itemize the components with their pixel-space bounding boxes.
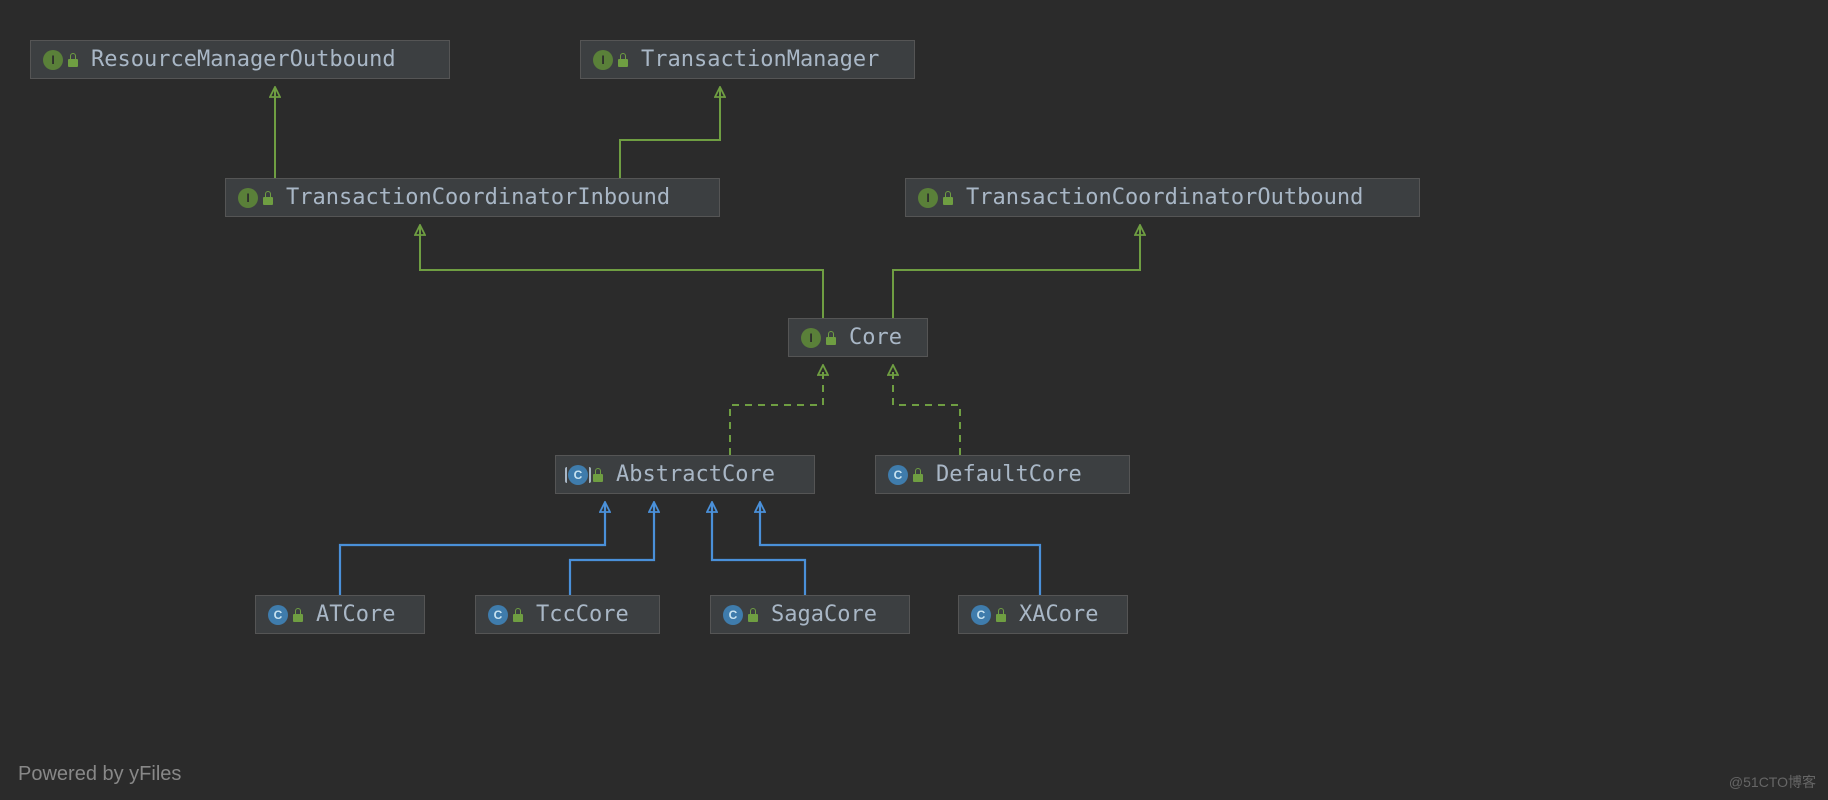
lock-icon xyxy=(592,468,606,482)
node-defcore[interactable]: C DefaultCore xyxy=(875,455,1130,494)
abstract-icon: C xyxy=(568,465,588,485)
node-label: Core xyxy=(849,325,902,350)
class-icon: C xyxy=(488,605,508,625)
interface-icon: I xyxy=(593,50,613,70)
node-sagacore[interactable]: C SagaCore xyxy=(710,595,910,634)
powered-by-label: Powered by yFiles xyxy=(18,763,181,786)
node-label: TransactionCoordinatorOutbound xyxy=(966,185,1363,210)
lock-icon xyxy=(995,608,1009,622)
lock-icon xyxy=(262,191,276,205)
edge-realizes xyxy=(893,366,960,455)
node-label: ResourceManagerOutbound xyxy=(91,47,396,72)
interface-icon: I xyxy=(918,188,938,208)
node-label: DefaultCore xyxy=(936,462,1082,487)
node-rmo[interactable]: I ResourceManagerOutbound xyxy=(30,40,450,79)
interface-icon: I xyxy=(43,50,63,70)
node-atcore[interactable]: C ATCore xyxy=(255,595,425,634)
lock-icon xyxy=(825,331,839,345)
lock-icon xyxy=(747,608,761,622)
edge-layer xyxy=(0,0,1828,800)
watermark-label: @51CTO博客 xyxy=(1729,772,1816,792)
interface-icon: I xyxy=(801,328,821,348)
class-icon: C xyxy=(888,465,908,485)
node-tci[interactable]: I TransactionCoordinatorInbound xyxy=(225,178,720,217)
edge-implements xyxy=(620,88,720,178)
edge-implements xyxy=(893,226,1140,318)
node-label: ATCore xyxy=(316,602,395,627)
edge-extends xyxy=(712,503,805,595)
edge-extends xyxy=(760,503,1040,595)
lock-icon xyxy=(512,608,526,622)
node-label: SagaCore xyxy=(771,602,877,627)
node-label: AbstractCore xyxy=(616,462,775,487)
node-label: TccCore xyxy=(536,602,629,627)
edge-realizes xyxy=(730,366,823,455)
node-core[interactable]: I Core xyxy=(788,318,928,357)
class-icon: C xyxy=(723,605,743,625)
node-tcccore[interactable]: C TccCore xyxy=(475,595,660,634)
lock-icon xyxy=(617,53,631,67)
node-label: TransactionCoordinatorInbound xyxy=(286,185,670,210)
edge-extends xyxy=(340,503,605,595)
lock-icon xyxy=(912,468,926,482)
lock-icon xyxy=(942,191,956,205)
class-icon: C xyxy=(971,605,991,625)
node-tco[interactable]: I TransactionCoordinatorOutbound xyxy=(905,178,1420,217)
node-abscore[interactable]: C AbstractCore xyxy=(555,455,815,494)
node-xacore[interactable]: C XACore xyxy=(958,595,1128,634)
class-icon: C xyxy=(268,605,288,625)
node-tm[interactable]: I TransactionManager xyxy=(580,40,915,79)
node-label: TransactionManager xyxy=(641,47,879,72)
lock-icon xyxy=(67,53,81,67)
node-label: XACore xyxy=(1019,602,1098,627)
edge-implements xyxy=(420,226,823,318)
lock-icon xyxy=(292,608,306,622)
edge-extends xyxy=(570,503,654,595)
interface-icon: I xyxy=(238,188,258,208)
